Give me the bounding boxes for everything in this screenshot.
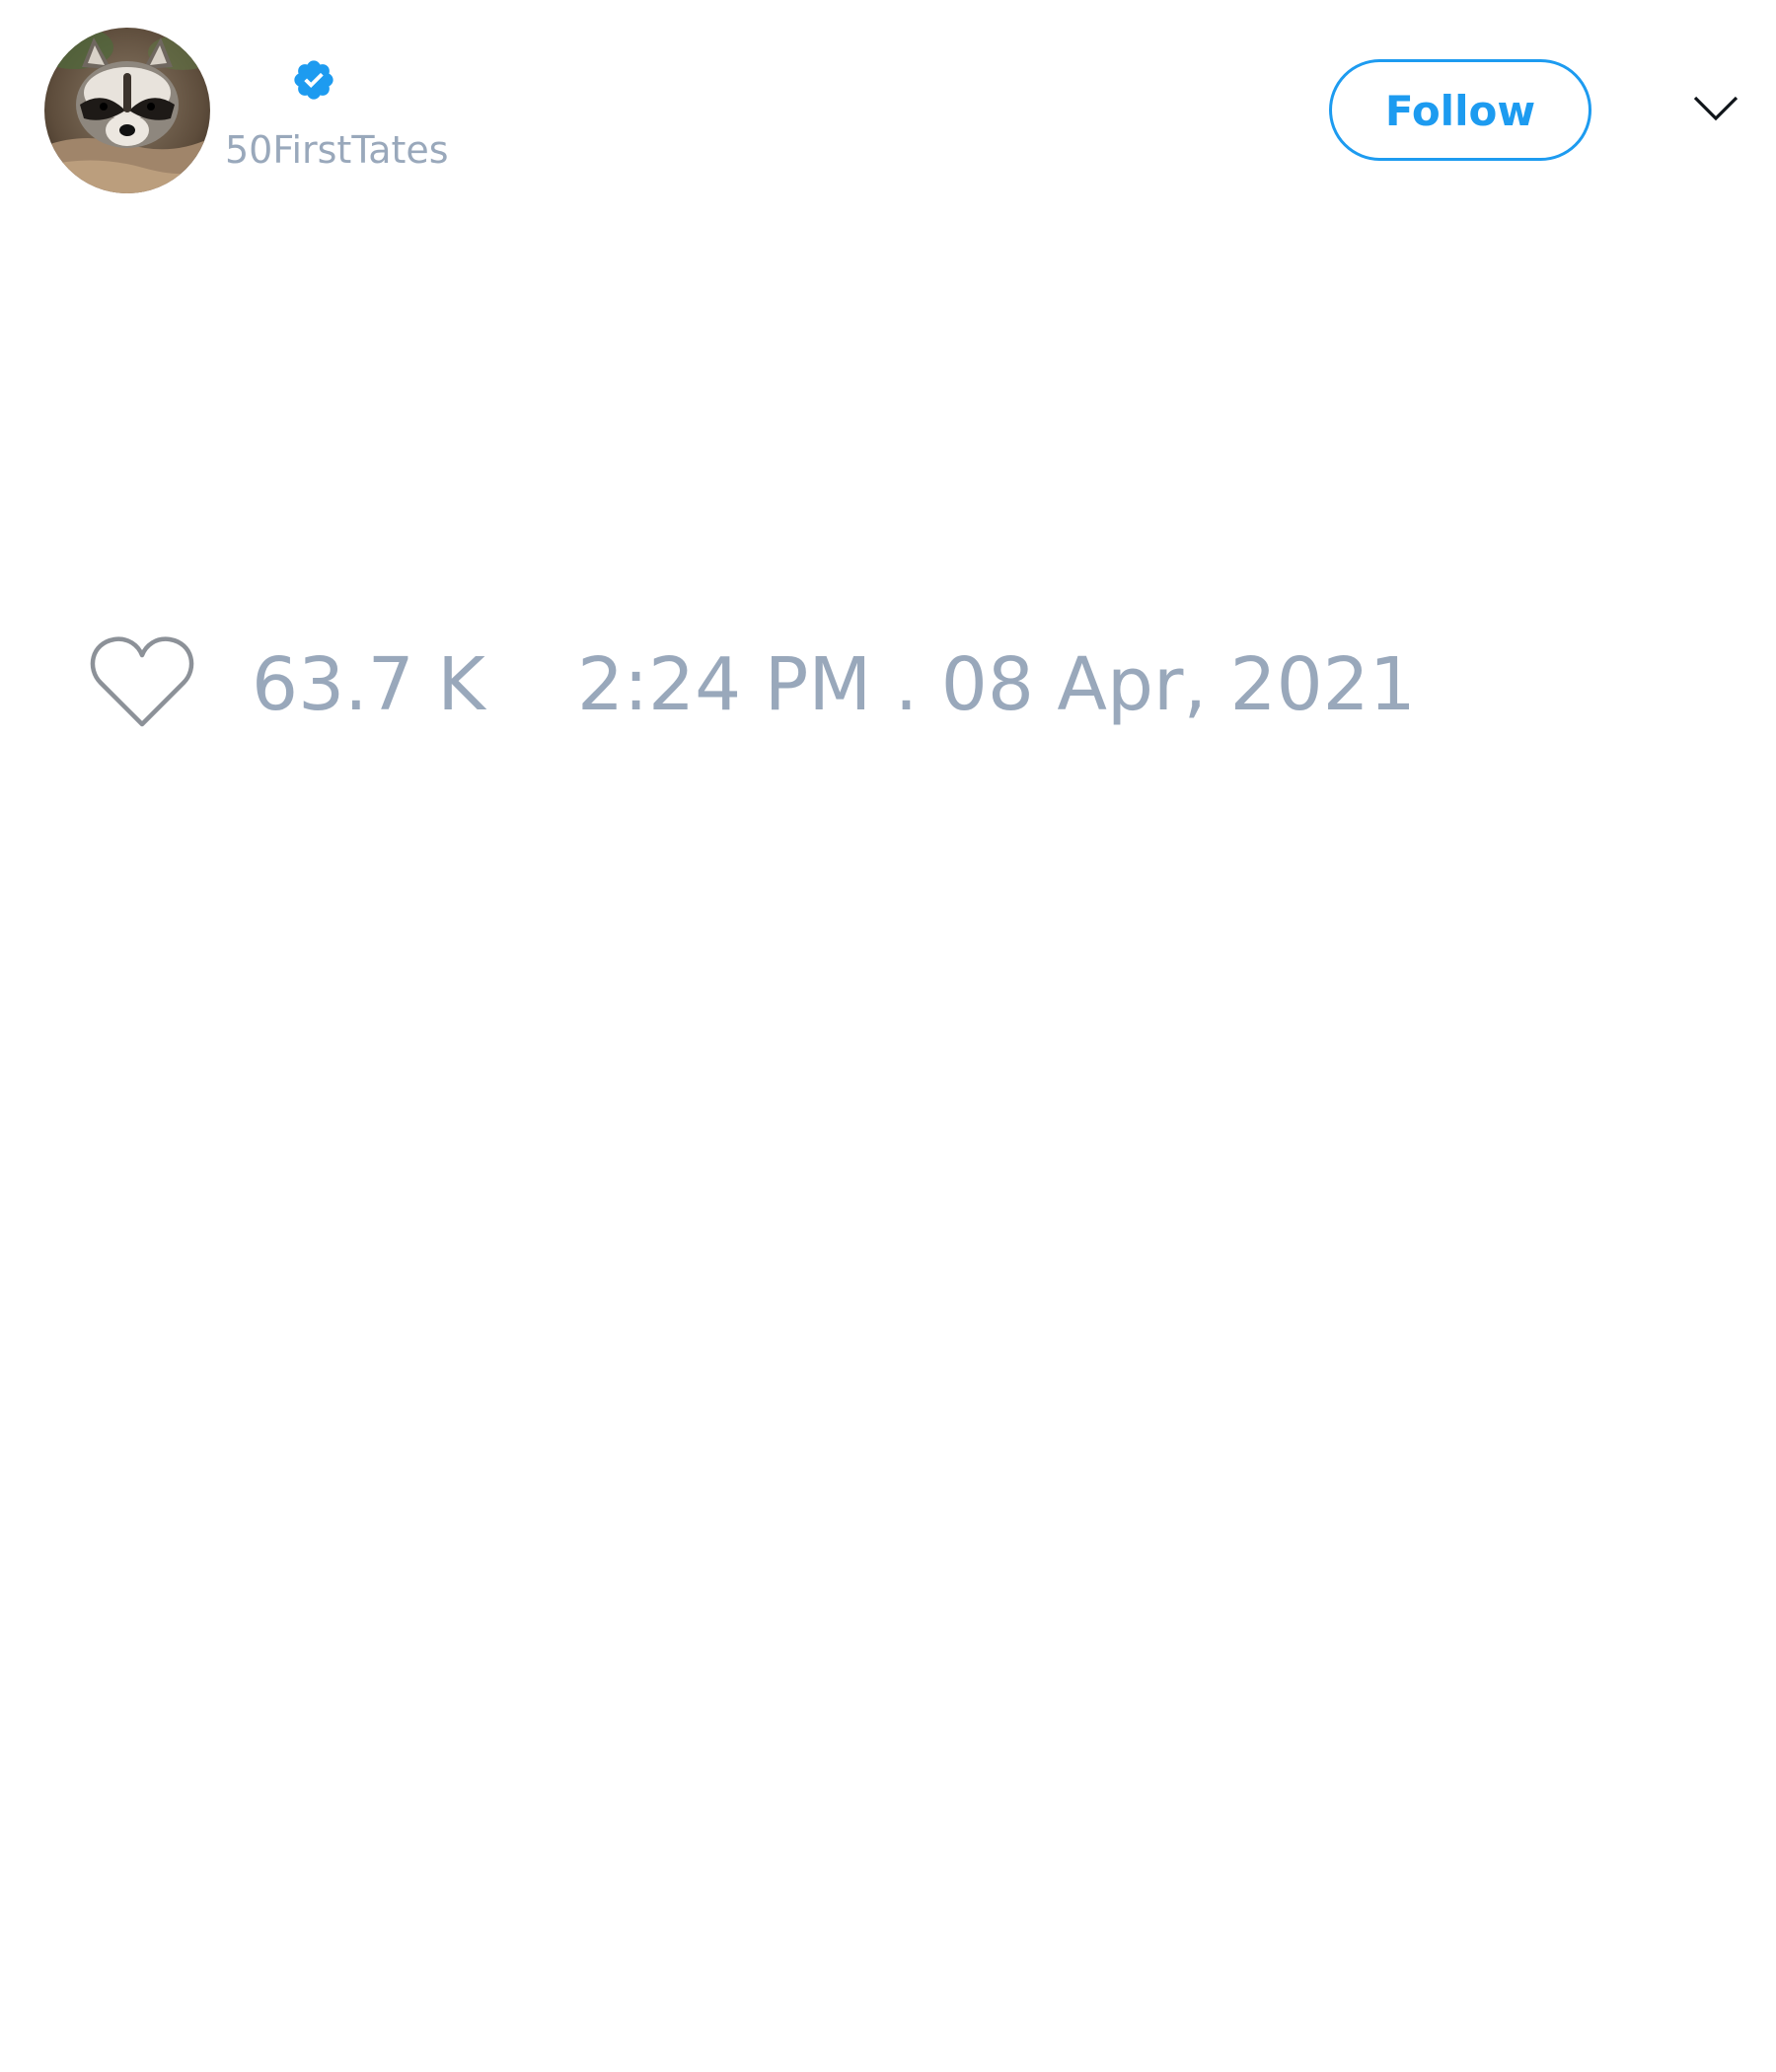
- chevron-down-icon[interactable]: [1692, 94, 1739, 123]
- avatar[interactable]: [44, 28, 210, 193]
- follow-button[interactable]: Follow: [1329, 59, 1591, 161]
- heart-outline-icon[interactable]: [89, 633, 195, 728]
- verified-badge-icon: [291, 57, 336, 103]
- raccoon-avatar-image: [44, 28, 210, 193]
- tweet-timestamp[interactable]: 2:24 PM . 08 Apr, 2021: [577, 641, 1416, 728]
- like-count: 63.7 K: [252, 642, 485, 727]
- author-handle[interactable]: 50FirstTates: [225, 126, 449, 174]
